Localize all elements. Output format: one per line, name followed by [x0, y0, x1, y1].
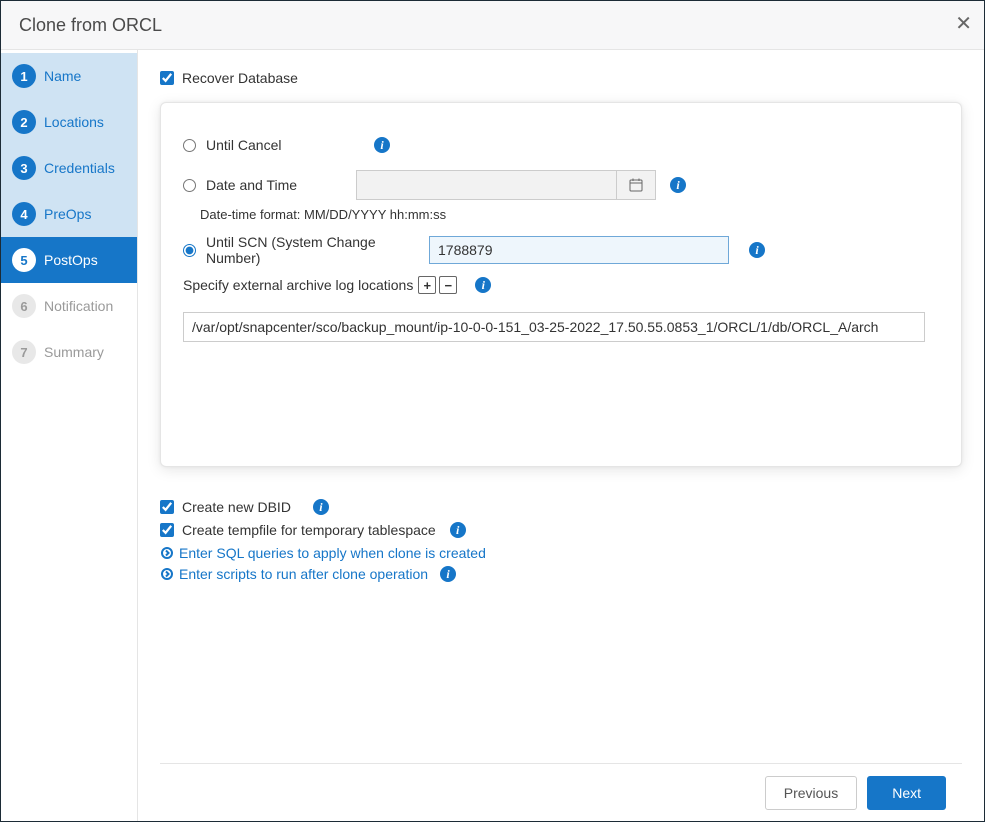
clone-modal: Clone from ORCL ✕ 1 Name 2 Locations 3 Creden…: [0, 0, 985, 822]
close-icon[interactable]: ✕: [955, 11, 972, 36]
add-location-button[interactable]: +: [418, 276, 436, 294]
recover-database-row: Recover Database: [160, 70, 962, 86]
date-format-hint: Date-time format: MM/DD/YYYY hh:mm:ss: [200, 207, 939, 222]
previous-button[interactable]: Previous: [765, 776, 857, 810]
modal-title: Clone from ORCL: [19, 15, 162, 36]
new-dbid-label: Create new DBID: [182, 499, 291, 515]
info-icon[interactable]: i: [313, 499, 329, 515]
info-icon[interactable]: i: [475, 277, 491, 293]
wizard-step-summary: 7 Summary: [1, 329, 137, 375]
tempfile-row: Create tempfile for temporary tablespace…: [160, 522, 962, 538]
new-dbid-row: Create new DBID i: [160, 499, 962, 515]
sql-queries-label: Enter SQL queries to apply when clone is…: [179, 545, 486, 561]
chevron-right-icon: [161, 568, 173, 580]
sql-queries-expand[interactable]: Enter SQL queries to apply when clone is…: [160, 545, 962, 561]
scripts-expand[interactable]: Enter scripts to run after clone operati…: [160, 566, 962, 582]
date-time-label: Date and Time: [206, 177, 356, 193]
info-icon[interactable]: i: [670, 177, 686, 193]
next-button[interactable]: Next: [867, 776, 946, 810]
date-time-row: Date and Time i: [183, 167, 939, 203]
step-number: 6: [12, 294, 36, 318]
post-options: Create new DBID i Create tempfile for te…: [160, 497, 962, 587]
wizard-step-name[interactable]: 1 Name: [1, 53, 137, 99]
archive-log-row: Specify external archive log locations +…: [183, 276, 939, 294]
wizard-step-notification: 6 Notification: [1, 283, 137, 329]
step-label: Notification: [44, 298, 113, 314]
info-icon[interactable]: i: [749, 242, 765, 258]
recover-panel: Until Cancel i Date and Time i Date-time…: [160, 102, 962, 467]
scn-input[interactable]: [429, 236, 729, 264]
archive-log-label: Specify external archive log locations: [183, 277, 413, 293]
step-label: Credentials: [44, 160, 115, 176]
step-number: 1: [12, 64, 36, 88]
tempfile-checkbox[interactable]: [160, 523, 174, 537]
new-dbid-checkbox[interactable]: [160, 500, 174, 514]
chevron-right-icon: [161, 547, 173, 559]
date-time-input[interactable]: [356, 170, 616, 200]
info-icon[interactable]: i: [440, 566, 456, 582]
info-icon[interactable]: i: [374, 137, 390, 153]
info-icon[interactable]: i: [450, 522, 466, 538]
until-scn-radio[interactable]: [183, 244, 196, 257]
until-cancel-label: Until Cancel: [206, 137, 364, 153]
modal-footer: Previous Next: [160, 763, 962, 821]
step-number: 7: [12, 340, 36, 364]
step-number: 2: [12, 110, 36, 134]
content-area: Recover Database Until Cancel i Date and…: [138, 50, 984, 821]
until-scn-label: Until SCN (System Change Number): [206, 234, 429, 266]
scripts-label: Enter scripts to run after clone operati…: [179, 566, 428, 582]
until-cancel-row: Until Cancel i: [183, 127, 939, 163]
until-cancel-radio[interactable]: [183, 139, 196, 152]
remove-location-button[interactable]: −: [439, 276, 457, 294]
step-number: 4: [12, 202, 36, 226]
archive-path-text: /var/opt/snapcenter/sco/backup_mount/ip-…: [192, 319, 878, 335]
archive-path-field[interactable]: /var/opt/snapcenter/sco/backup_mount/ip-…: [183, 312, 925, 342]
step-number: 5: [12, 248, 36, 272]
modal-header: Clone from ORCL ✕: [1, 1, 984, 50]
wizard-sidebar: 1 Name 2 Locations 3 Credentials 4 PreOps 5 PostO…: [1, 50, 138, 821]
recover-database-label: Recover Database: [182, 70, 298, 86]
step-number: 3: [12, 156, 36, 180]
until-scn-row: Until SCN (System Change Number) i: [183, 232, 939, 268]
calendar-icon: [629, 178, 643, 192]
step-label: PreOps: [44, 206, 91, 222]
step-label: PostOps: [44, 252, 98, 268]
step-label: Summary: [44, 344, 104, 360]
calendar-button[interactable]: [616, 170, 656, 200]
recover-database-checkbox[interactable]: [160, 71, 174, 85]
step-label: Locations: [44, 114, 104, 130]
date-time-radio[interactable]: [183, 179, 196, 192]
wizard-step-locations[interactable]: 2 Locations: [1, 99, 137, 145]
wizard-step-postops[interactable]: 5 PostOps: [1, 237, 137, 283]
wizard-step-preops[interactable]: 4 PreOps: [1, 191, 137, 237]
tempfile-label: Create tempfile for temporary tablespace: [182, 522, 436, 538]
wizard-step-credentials[interactable]: 3 Credentials: [1, 145, 137, 191]
step-label: Name: [44, 68, 81, 84]
